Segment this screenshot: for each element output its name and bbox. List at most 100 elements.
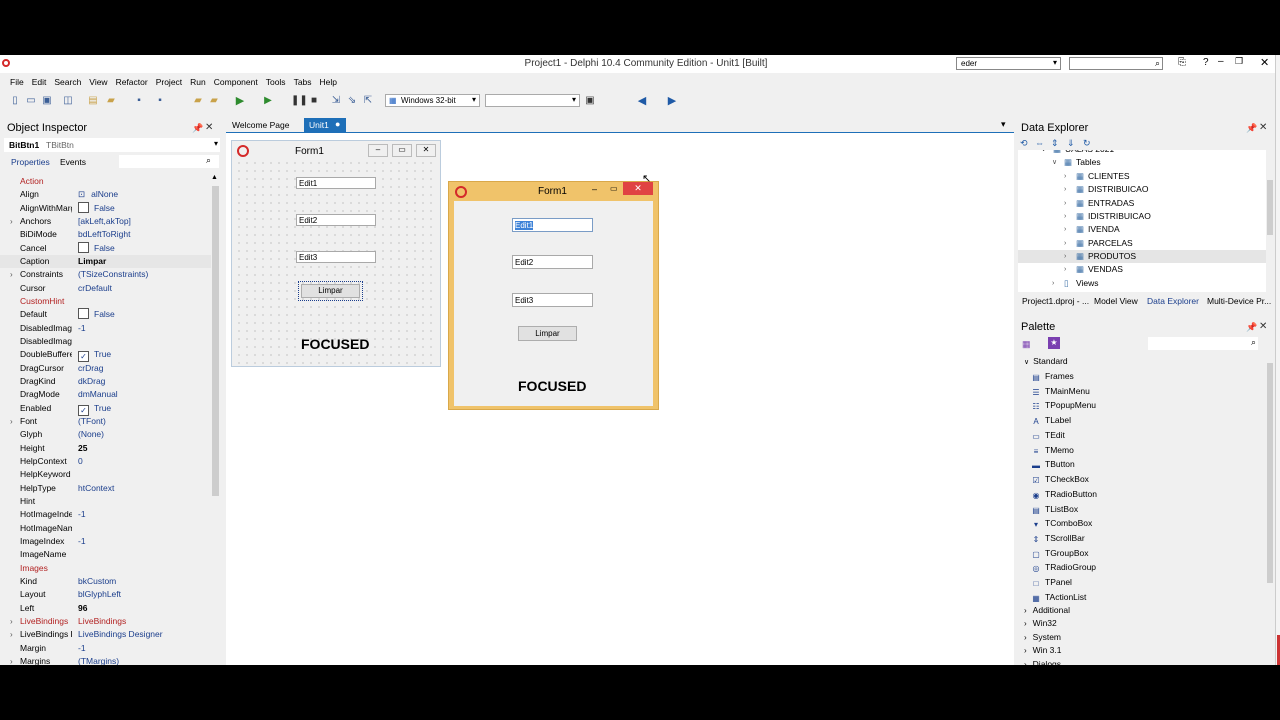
expand-icon[interactable]: › <box>10 215 13 228</box>
property-row[interactable]: ImageName <box>0 548 212 561</box>
property-value[interactable]: LiveBindings Designer <box>78 628 163 641</box>
tree-table-produtos[interactable]: › ▦ PRODUTOS <box>1018 249 1266 263</box>
menu-item-component[interactable]: Component <box>214 77 258 87</box>
pin-icon[interactable]: 📌 <box>1246 322 1257 333</box>
checkbox-unchecked-icon[interactable] <box>78 201 89 213</box>
ide-search-input[interactable]: ⌕ <box>1069 57 1163 70</box>
property-value[interactable]: (None) <box>78 428 104 441</box>
property-value[interactable]: False <box>78 201 115 215</box>
expand-icon[interactable]: › <box>1064 223 1066 236</box>
help-icon[interactable]: ? <box>1203 57 1209 68</box>
expand-icon[interactable]: › <box>10 655 13 665</box>
open-icon[interactable]: ▣ <box>41 95 53 107</box>
tree-table-vendas[interactable]: › ▦ VENDAS <box>1018 263 1266 276</box>
property-row[interactable]: Cursor crDefault <box>0 282 212 295</box>
pause-icon[interactable]: ❚❚ <box>291 95 308 107</box>
step-over-icon[interactable]: ⇲ <box>330 95 342 107</box>
property-row[interactable]: DragKind dkDrag <box>0 375 212 388</box>
tree-table-idistribuicao[interactable]: › ▦ IDISTRIBUICAO <box>1018 210 1266 223</box>
property-row[interactable]: › Margins (TMargins) <box>0 655 212 665</box>
property-row[interactable]: Default False <box>0 308 212 321</box>
tree-views-node[interactable]: › ▯ Views <box>1018 277 1266 290</box>
component-selector[interactable]: BitBtn1 TBitBtn ▾ <box>4 138 220 152</box>
palette-group-win32[interactable]: › Win32 <box>1024 618 1057 628</box>
property-row[interactable]: Height 25 <box>0 442 212 455</box>
palette-item-tcheckbox[interactable]: ☑ TCheckBox <box>1031 472 1089 487</box>
trace-into-icon[interactable]: ⇘ <box>346 95 358 107</box>
property-value[interactable]: (TMargins) <box>78 655 119 665</box>
checkbox-unchecked-icon[interactable] <box>78 241 89 253</box>
palette-item-tmemo[interactable]: ≡ TMemo <box>1031 443 1074 458</box>
menu-item-view[interactable]: View <box>89 77 107 87</box>
menu-item-project[interactable]: Project <box>156 77 182 87</box>
new-items-icon[interactable]: ▭ <box>25 95 37 107</box>
tab-events[interactable]: Events <box>60 157 86 167</box>
property-row[interactable]: Glyph (None) <box>0 428 212 441</box>
palette-toggle-icon[interactable]: ★ <box>1048 337 1060 349</box>
property-row[interactable]: Images <box>0 562 212 575</box>
palette-item-tpopupmenu[interactable]: ☷ TPopupMenu <box>1031 398 1096 413</box>
reopen-icon[interactable]: ▤ <box>87 95 99 107</box>
property-value[interactable]: 25 <box>78 442 87 455</box>
run-without-debug-icon[interactable]: ▶ <box>262 95 274 107</box>
tab-properties[interactable]: Properties <box>11 157 50 167</box>
property-value[interactable]: [akLeft,akTop] <box>78 215 131 228</box>
palette-group-dialogs[interactable]: › Dialogs <box>1024 659 1061 665</box>
property-value[interactable]: crDrag <box>78 362 104 375</box>
palette-item-tpanel[interactable]: □ TPanel <box>1031 575 1072 590</box>
property-value[interactable]: -1 <box>78 535 86 548</box>
sync-icon[interactable]: ↻ <box>1083 138 1091 149</box>
design-form-canvas[interactable]: Edit1 Edit2 Edit3 Limpar FOCUSED <box>235 159 437 364</box>
menu-item-refactor[interactable]: Refactor <box>116 77 148 87</box>
property-value[interactable]: (TFont) <box>78 415 106 428</box>
save-all-icon[interactable]: ▪ <box>154 95 166 107</box>
runtime-edit2[interactable]: Edit2 <box>512 255 593 269</box>
run-icon[interactable]: ▶ <box>234 95 246 107</box>
palette-search-input[interactable]: ⌕ <box>1148 337 1258 350</box>
runtime-limpar-button[interactable]: Limpar <box>518 326 577 341</box>
property-row[interactable]: DoubleBuffered ✓True <box>0 348 212 363</box>
data-explorer-scroll-thumb[interactable] <box>1267 180 1273 235</box>
collapse-icon[interactable]: ∨ <box>1052 156 1057 169</box>
menu-item-tabs[interactable]: Tabs <box>294 77 312 87</box>
property-value[interactable]: htContext <box>78 482 114 495</box>
property-row[interactable]: HotImageName <box>0 522 212 535</box>
tree-table-parcelas[interactable]: › ▦ PARCELAS <box>1018 237 1266 250</box>
tab-unit1[interactable]: Unit1 ● <box>304 118 346 133</box>
pin-icon[interactable]: 📌 <box>192 123 203 134</box>
palette-item-tedit[interactable]: ▭ TEdit <box>1031 428 1065 443</box>
oi-scrollbar[interactable]: ▲ <box>211 174 220 665</box>
maximize-icon[interactable]: ❐ <box>1235 56 1243 67</box>
property-row[interactable]: DragCursor crDrag <box>0 362 212 375</box>
expand-icon[interactable]: › <box>1064 210 1066 223</box>
tab-project[interactable]: Project1.dproj - ... <box>1022 296 1089 306</box>
palette-categories-icon[interactable]: ▦ <box>1022 339 1031 350</box>
palette-item-tgroupbox[interactable]: ▢ TGroupBox <box>1031 546 1088 561</box>
property-row[interactable]: AlignWithMargins False <box>0 201 212 215</box>
new-file-icon[interactable]: ▯ <box>9 95 21 107</box>
property-value[interactable]: -1 <box>78 322 86 335</box>
property-row[interactable]: ImageIndex -1 <box>0 535 212 548</box>
property-row[interactable]: DragMode dmManual <box>0 388 212 401</box>
tab-welcome-page[interactable]: Welcome Page <box>228 118 298 132</box>
palette-item-tcombobox[interactable]: ▾ TComboBox <box>1031 516 1092 531</box>
filter-icon[interactable]: ⇓ <box>1067 138 1075 149</box>
palette-item-tlabel[interactable]: A TLabel <box>1031 413 1071 428</box>
design-edit1[interactable]: Edit1 <box>296 177 376 189</box>
property-row[interactable]: › Constraints (TSizeConstraints) <box>0 268 212 281</box>
palette-group-win-31[interactable]: › Win 3.1 <box>1024 645 1062 655</box>
property-value[interactable]: 0 <box>78 455 83 468</box>
layout-icon[interactable]: ⎘ <box>1178 57 1186 68</box>
property-row[interactable]: HelpContext 0 <box>0 455 212 468</box>
property-value[interactable]: Limpar <box>78 255 106 268</box>
close-icon[interactable]: ✕ <box>1260 56 1269 69</box>
property-value[interactable]: (TSizeConstraints) <box>78 268 148 281</box>
folder-icon[interactable]: ▰ <box>105 95 117 107</box>
property-row[interactable]: › Font (TFont) <box>0 415 212 428</box>
expand-icon[interactable]: › <box>10 628 13 641</box>
forward-icon[interactable]: ▶ <box>666 95 678 107</box>
runtime-edit3[interactable]: Edit3 <box>512 293 593 307</box>
property-row[interactable]: Hint <box>0 495 212 508</box>
expand-icon[interactable]: › <box>10 615 13 628</box>
close-icon[interactable]: ✕ <box>1259 321 1267 332</box>
